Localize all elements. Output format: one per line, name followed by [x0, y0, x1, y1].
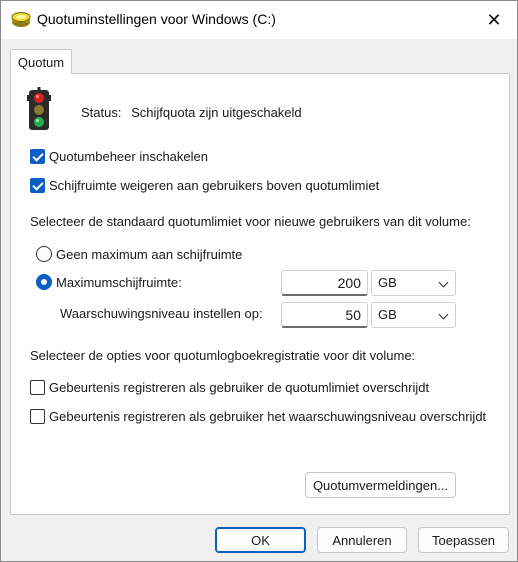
tab-label: Quotum: [17, 54, 65, 70]
log-warning-label: Gebeurtenis registreren als gebruiker he…: [49, 409, 487, 424]
warning-unit-select[interactable]: GB: [371, 302, 456, 328]
enable-quota-checkbox[interactable]: [30, 149, 45, 164]
warning-label: Waarschuwingsniveau instellen op:: [60, 306, 263, 321]
close-icon: ✕: [486, 9, 502, 30]
no-limit-option[interactable]: Geen maximum aan schijfruimte: [36, 246, 242, 262]
limit-value-input[interactable]: 200: [281, 270, 368, 296]
close-button[interactable]: ✕: [471, 1, 517, 39]
traffic-light-icon: [27, 87, 51, 134]
no-limit-radio[interactable]: [36, 246, 52, 262]
dialog-window: Quotuminstellingen voor Windows (C:) ✕ Q…: [0, 0, 518, 562]
limit-unit-value: GB: [378, 275, 397, 290]
limit-unit-select[interactable]: GB: [371, 270, 456, 296]
cancel-button[interactable]: Annuleren: [317, 527, 407, 553]
tab-quotum[interactable]: Quotum: [10, 49, 72, 74]
chevron-down-icon: [438, 277, 449, 288]
limit-label: Maximumschijfruimte:: [56, 275, 182, 290]
quota-entries-button[interactable]: Quotumvermeldingen...: [305, 472, 456, 498]
limit-option[interactable]: Maximumschijfruimte:: [36, 274, 182, 290]
enable-quota-label: Quotumbeheer inschakelen: [49, 149, 208, 164]
quota-panel: Status: Schijfquota zijn uitgeschakeld Q…: [10, 73, 510, 515]
deny-space-option[interactable]: Schijfruimte weigeren aan gebruikers bov…: [30, 178, 379, 193]
log-warning-checkbox[interactable]: [30, 409, 45, 424]
default-limit-heading: Selecteer de standaard quotumlimiet voor…: [30, 214, 471, 229]
log-limit-label: Gebeurtenis registreren als gebruiker de…: [49, 380, 430, 395]
apply-button[interactable]: Toepassen: [418, 527, 509, 553]
window-title: Quotuminstellingen voor Windows (C:): [37, 11, 276, 27]
log-limit-checkbox[interactable]: [30, 380, 45, 395]
warning-value-input[interactable]: 50: [281, 302, 368, 328]
deny-space-checkbox[interactable]: [30, 178, 45, 193]
limit-radio[interactable]: [36, 274, 52, 290]
status-label: Status:: [81, 105, 122, 120]
no-limit-label: Geen maximum aan schijfruimte: [56, 247, 243, 262]
warning-unit-value: GB: [378, 307, 397, 322]
log-warning-option[interactable]: Gebeurtenis registreren als gebruiker he…: [30, 409, 486, 424]
deny-space-label: Schijfruimte weigeren aan gebruikers bov…: [49, 178, 380, 193]
chevron-down-icon: [438, 309, 449, 320]
log-limit-option[interactable]: Gebeurtenis registreren als gebruiker de…: [30, 380, 429, 395]
enable-quota-option[interactable]: Quotumbeheer inschakelen: [30, 149, 208, 164]
status-line: Status: Schijfquota zijn uitgeschakeld: [81, 105, 302, 120]
ok-button[interactable]: OK: [215, 527, 306, 553]
title-bar: Quotuminstellingen voor Windows (C:) ✕: [1, 1, 517, 39]
status-value: Schijfquota zijn uitgeschakeld: [131, 105, 302, 120]
logging-heading: Selecteer de opties voor quotumlogboekre…: [30, 348, 416, 363]
disk-drive-icon: [11, 12, 31, 31]
